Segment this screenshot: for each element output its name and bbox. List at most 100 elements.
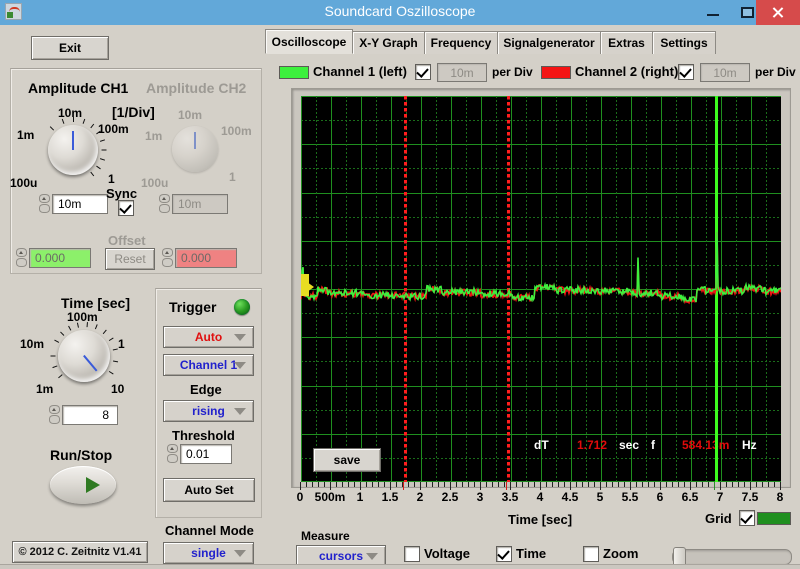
axis-tick (426, 482, 427, 487)
channel2-checkbox[interactable] (678, 64, 694, 80)
grid-checkbox[interactable] (739, 510, 755, 526)
axis-tick (768, 482, 769, 487)
tab-oscilloscope[interactable]: Oscilloscope (265, 29, 353, 54)
zoom-slider[interactable] (672, 547, 792, 568)
exit-button[interactable]: Exit (31, 36, 109, 60)
channel1-per-div-value[interactable]: 10m (437, 63, 487, 82)
trigger-edge-value: rising (192, 404, 225, 418)
axis-tick (504, 482, 505, 487)
axis-tick (660, 482, 661, 490)
minimize-icon[interactable] (696, 0, 730, 25)
axis-tick-label: 2 (416, 490, 424, 504)
axis-tick (726, 482, 727, 487)
amplitude-ch2-value[interactable]: 10m (172, 194, 228, 214)
axis-tick (480, 482, 481, 490)
waveform-channel-1 (301, 231, 781, 304)
knob-tick (102, 329, 107, 335)
axis-tick-label: 1.5 (381, 490, 399, 504)
trigger-level-arrow (307, 282, 314, 292)
axis-tick (414, 482, 415, 487)
axis-cursor-tick (714, 482, 715, 490)
grid-color-swatch[interactable] (757, 512, 791, 525)
run-stop-label: Run/Stop (50, 447, 113, 463)
time-value[interactable]: 8 (62, 405, 118, 425)
scope-plot-area[interactable]: dT 1.712 sec f 584.13m Hz save (301, 96, 781, 482)
axis-tick (684, 482, 685, 487)
axis-tick (438, 482, 439, 487)
offset-ch1-value[interactable]: 0.000 (29, 248, 91, 268)
time-spinner[interactable] (48, 405, 61, 425)
axis-tick (360, 482, 361, 490)
tab-x-y-graph[interactable]: X-Y Graph (352, 31, 425, 54)
ch2-tick-100u: 100u (141, 176, 169, 190)
knob-tick (57, 374, 63, 379)
amplitude-ch2-knob[interactable] (172, 126, 218, 172)
measure-mode-select[interactable]: cursors (296, 545, 386, 566)
scope-plot-frame: dT 1.712 sec f 584.13m Hz save (291, 88, 791, 488)
axis-tick-label: 500m (314, 490, 346, 504)
close-icon[interactable] (756, 0, 800, 25)
channel2-label: Channel 2 (right) (575, 64, 679, 79)
axis-tick (534, 482, 535, 487)
axis-tick-label: 3.5 (501, 490, 519, 504)
axis-tick (498, 482, 499, 487)
x-axis-title: Time [sec] (508, 512, 573, 527)
axis-cursor-tick (506, 482, 507, 490)
trigger-edge-select[interactable]: rising (163, 400, 254, 422)
threshold-value[interactable]: 0.01 (180, 444, 232, 464)
channel2-per-div-value[interactable]: 10m (700, 63, 750, 82)
knob-tick (53, 339, 59, 343)
tab-extras[interactable]: Extras (600, 31, 653, 54)
voltage-checkbox[interactable] (404, 546, 420, 562)
time-tick-1: 1 (118, 337, 125, 351)
axis-tick-label: 1 (356, 490, 364, 504)
sync-checkbox[interactable] (118, 200, 134, 216)
threshold-spinner[interactable] (166, 444, 179, 464)
amplitude-ch1-value[interactable]: 10m (52, 194, 108, 214)
channel2-color-swatch (541, 66, 571, 79)
channel1-per-div-label: per Div (492, 65, 533, 79)
knob-tick (108, 337, 114, 342)
axis-tick (600, 482, 601, 490)
axis-tick (618, 482, 619, 487)
channel2-per-div-label: per Div (755, 65, 796, 79)
offset-reset-button[interactable]: Reset (105, 248, 155, 270)
voltage-label: Voltage (424, 546, 470, 561)
axis-tick (372, 482, 373, 487)
tab-settings[interactable]: Settings (652, 31, 716, 54)
tab-frequency[interactable]: Frequency (424, 31, 498, 54)
axis-tick (576, 482, 577, 487)
axis-cursor-tick (403, 482, 404, 490)
offset-ch1-spinner[interactable] (15, 248, 28, 268)
zoom-checkbox[interactable] (583, 546, 599, 562)
offset-ch2-spinner[interactable] (161, 248, 174, 268)
chevron-down-icon (234, 362, 246, 369)
amplitude-ch1-spinner[interactable] (38, 194, 51, 214)
trigger-source-select[interactable]: Channel 1 (163, 354, 254, 376)
axis-tick (390, 482, 391, 490)
ch1-tick-1: 1 (108, 172, 115, 186)
time-knob[interactable] (50, 322, 118, 382)
title-bar: Soundcard Oszilloscope (0, 0, 800, 25)
trigger-title: Trigger (169, 299, 217, 315)
run-stop-button[interactable] (50, 466, 116, 504)
axis-tick (594, 482, 595, 487)
knob-tick (112, 348, 118, 351)
amplitude-ch2-spinner[interactable] (158, 194, 171, 214)
amplitude-ch1-knob[interactable] (48, 117, 106, 177)
auto-set-button[interactable]: Auto Set (163, 478, 255, 502)
axis-tick (666, 482, 667, 487)
channel-mode-select[interactable]: single (163, 542, 254, 564)
axis-tick-label: 6 (656, 490, 664, 504)
time-measure-label: Time (516, 546, 547, 561)
axis-tick (492, 482, 493, 487)
trigger-mode-select[interactable]: Auto (163, 326, 254, 348)
axis-tick-label: 0 (296, 490, 304, 504)
tab-signalgenerator[interactable]: Signalgenerator (497, 31, 601, 54)
channel1-color-swatch (279, 66, 309, 79)
axis-tick (738, 482, 739, 487)
axis-tick (558, 482, 559, 487)
offset-ch2-value[interactable]: 0.000 (175, 248, 237, 268)
channel1-checkbox[interactable] (415, 64, 431, 80)
time-checkbox[interactable] (496, 546, 512, 562)
